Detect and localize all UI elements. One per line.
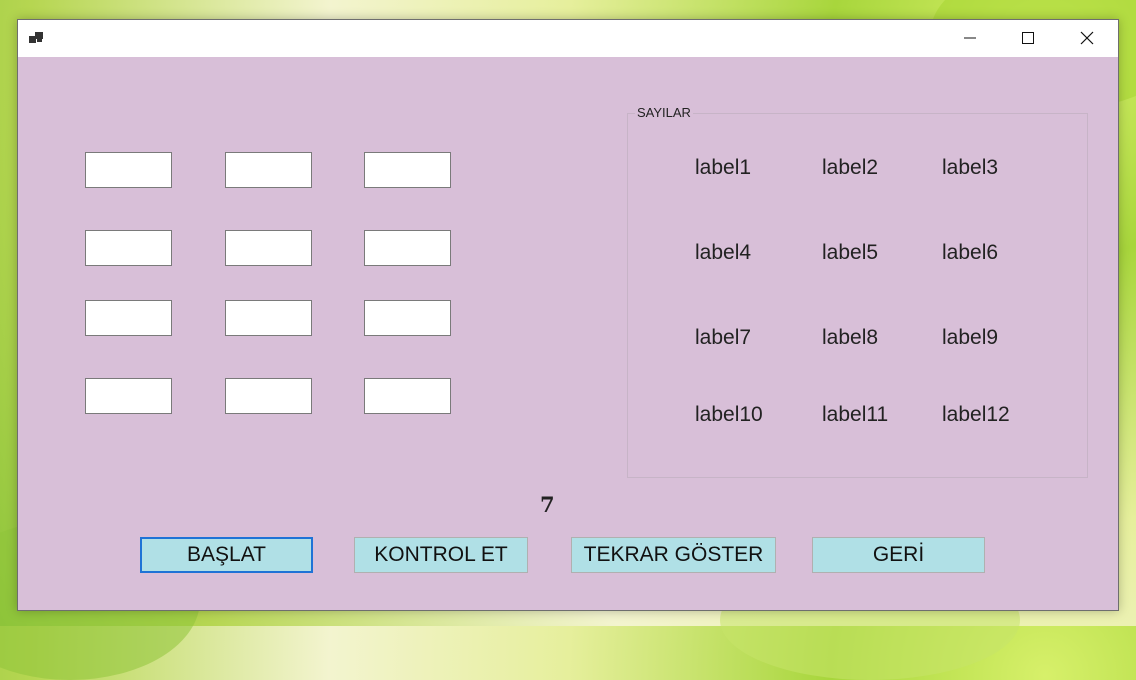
close-icon <box>1080 31 1094 45</box>
maximize-button[interactable] <box>1000 20 1058 57</box>
number-input-8[interactable] <box>225 300 312 336</box>
number-input-7[interactable] <box>85 300 172 336</box>
number-input-12[interactable] <box>364 378 451 414</box>
number-label-10: label10 <box>695 403 763 426</box>
number-label-6: label6 <box>942 241 999 264</box>
show-again-button[interactable]: TEKRAR GÖSTER <box>571 537 776 573</box>
number-input-1[interactable] <box>85 152 172 188</box>
minimize-button[interactable] <box>942 20 1000 57</box>
number-label-1: label1 <box>695 156 752 179</box>
app-icon <box>29 30 45 46</box>
start-button[interactable]: BAŞLAT <box>140 537 313 573</box>
number-label-5: label5 <box>822 241 879 264</box>
number-input-4[interactable] <box>85 230 172 266</box>
number-label-3: label3 <box>942 156 999 179</box>
number-input-9[interactable] <box>364 300 451 336</box>
number-input-5[interactable] <box>225 230 312 266</box>
countdown-label: 7 <box>540 492 555 517</box>
minimize-icon <box>964 37 976 39</box>
title-bar[interactable] <box>18 20 1118 57</box>
back-button[interactable]: GERİ <box>812 537 985 573</box>
close-button[interactable] <box>1059 20 1117 57</box>
number-label-2: label2 <box>822 156 879 179</box>
number-input-10[interactable] <box>85 378 172 414</box>
app-window: SAYILAR label1 label2 label3 label4 labe… <box>17 19 1119 611</box>
number-label-9: label9 <box>942 326 999 349</box>
number-input-11[interactable] <box>225 378 312 414</box>
maximize-icon <box>1022 32 1034 44</box>
number-input-6[interactable] <box>364 230 451 266</box>
number-label-7: label7 <box>695 326 752 349</box>
number-label-4: label4 <box>695 241 752 264</box>
number-label-11: label11 <box>822 403 889 426</box>
number-label-8: label8 <box>822 326 879 349</box>
number-label-12: label12 <box>942 403 1010 426</box>
number-input-3[interactable] <box>364 152 451 188</box>
number-input-2[interactable] <box>225 152 312 188</box>
check-button[interactable]: KONTROL ET <box>354 537 528 573</box>
numbers-group-title: SAYILAR <box>635 105 693 120</box>
